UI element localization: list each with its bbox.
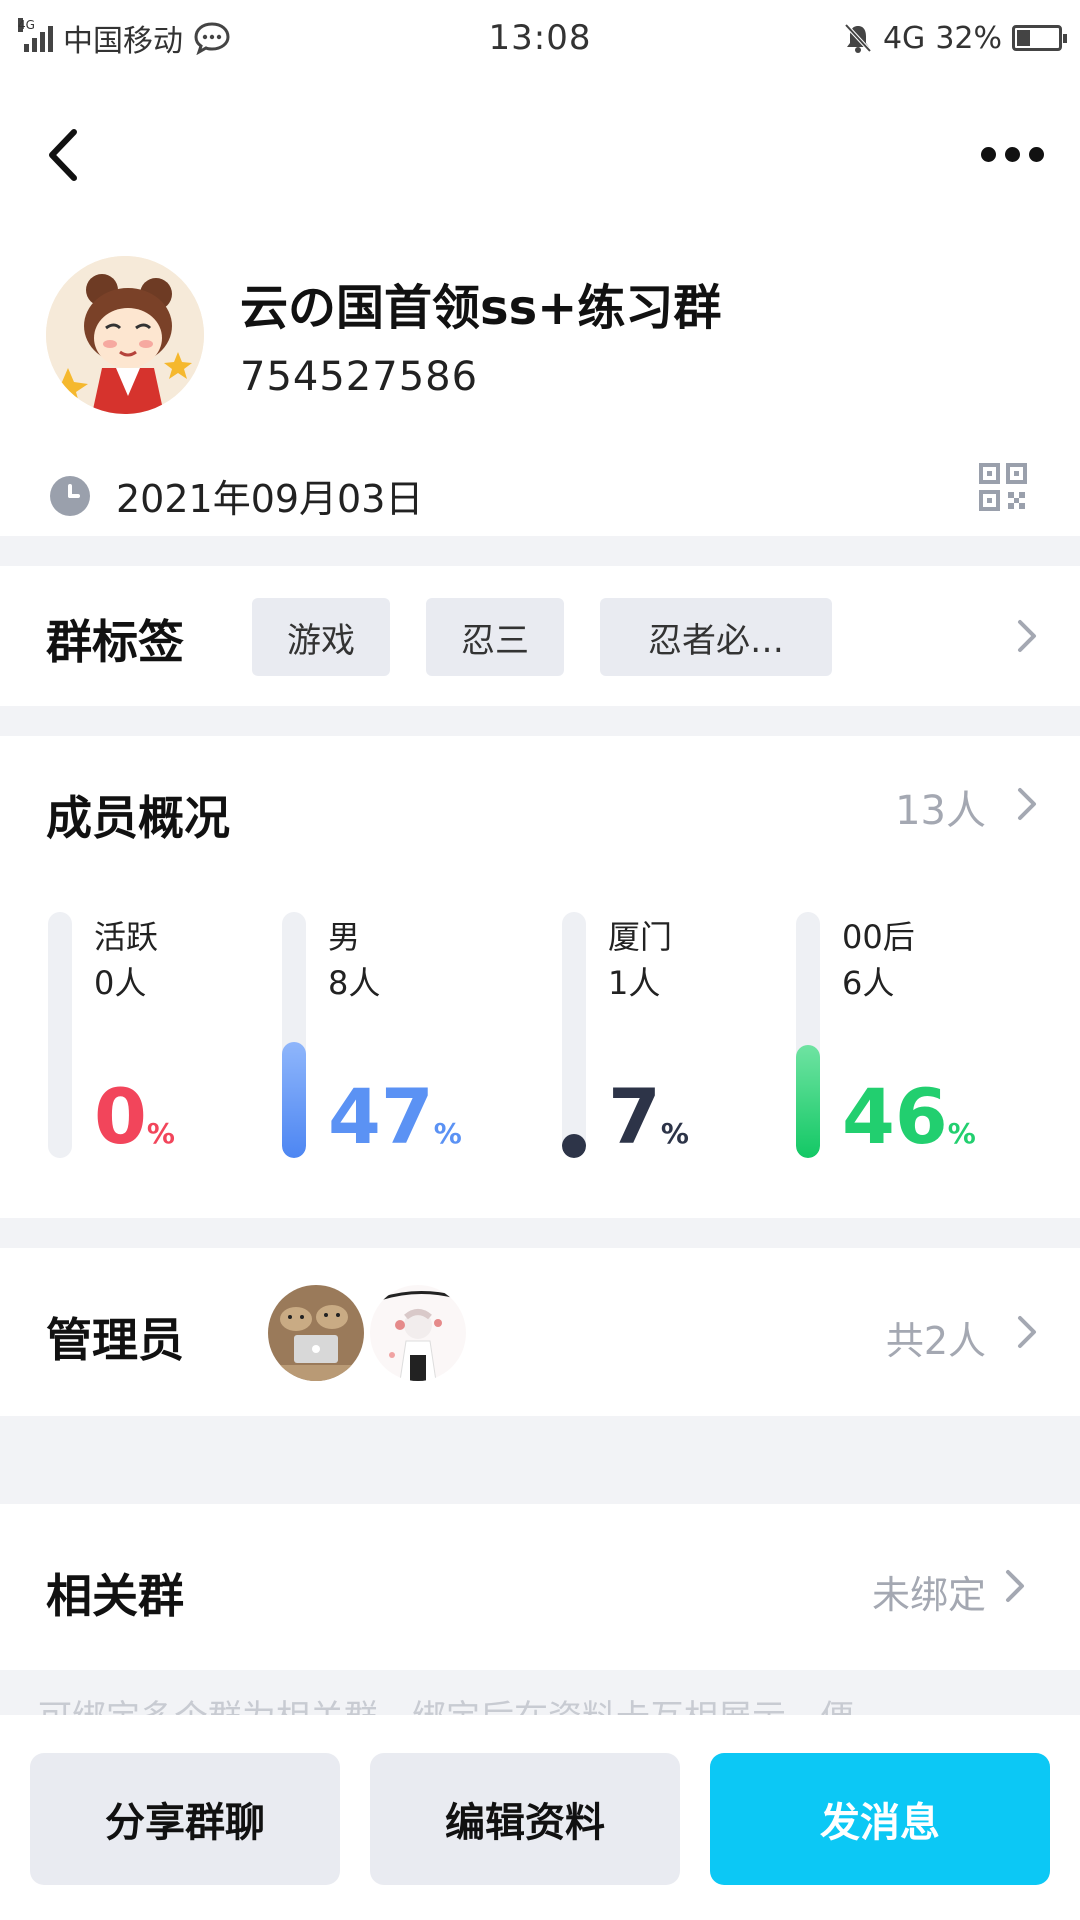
stat-male: 男 8人 47% [282, 912, 502, 1162]
stat-percent: 7% [608, 1072, 689, 1161]
group-header: 云の国首领ss+练习群 754527586 2021年09月03日 [0, 76, 1080, 536]
related-section-title: 相关群 [46, 1569, 184, 1623]
related-hint-text: 可绑定多个群为相关群，绑定后在资料卡互相展示，便 [38, 1690, 854, 1715]
members-overview-card[interactable]: 成员概况 13人 活跃 0人 0% 男 8人 47% 厦门 1人 7% 00后 … [0, 736, 1080, 1218]
back-arrow-icon[interactable] [40, 120, 90, 190]
status-bar: 4G 中国移动 13:08 4G 32% [0, 0, 1080, 76]
admin-count: 共2人 [885, 1319, 986, 1363]
stat-bar-fill [796, 1044, 820, 1158]
admins-card[interactable]: 管理员 共2人 [0, 1248, 1080, 1416]
carrier-name: 中国移动 [63, 24, 183, 59]
stat-percent-value: 7 [608, 1072, 661, 1161]
bottom-action-bar: 分享群聊 编辑资料 发消息 [0, 1715, 1080, 1920]
stat-label: 活跃 [94, 918, 159, 956]
network-type: 4G [882, 20, 926, 56]
status-right: 4G 32% [843, 20, 1067, 56]
network-tag: 4G [18, 18, 35, 32]
battery-fill [1017, 30, 1030, 46]
clock-icon [50, 475, 90, 516]
group-tags-card[interactable]: 群标签 游戏 忍三 忍者必… [0, 566, 1080, 706]
more-options-icon[interactable] [972, 136, 1052, 172]
stat-region: 厦门 1人 7% [562, 912, 782, 1162]
stat-label: 厦门 [608, 918, 673, 956]
stat-percent-unit: % [660, 1117, 689, 1150]
tags-section-title: 群标签 [46, 615, 184, 669]
stat-count: 0人 [94, 964, 147, 1002]
tag-item[interactable]: 忍三 [426, 598, 564, 676]
chevron-right-icon[interactable] [1002, 1566, 1028, 1606]
stat-percent: 0% [94, 1072, 175, 1161]
tag-item[interactable]: 忍者必… [600, 598, 832, 676]
status-left: 4G 中国移动 [18, 16, 231, 60]
stat-bar-track [48, 912, 72, 1158]
created-date: 2021年09月03日 [116, 477, 424, 521]
related-status: 未绑定 [871, 1573, 986, 1617]
stat-bar-track [796, 912, 820, 1158]
send-message-button[interactable]: 发消息 [710, 1753, 1050, 1885]
stat-active: 活跃 0人 0% [48, 912, 268, 1162]
chevron-right-icon[interactable] [1014, 784, 1040, 824]
edit-profile-button[interactable]: 编辑资料 [370, 1753, 680, 1885]
related-groups-card[interactable]: 相关群 未绑定 [0, 1504, 1080, 1670]
stat-percent-unit: % [433, 1117, 462, 1150]
stat-label: 男 [328, 918, 361, 956]
admins-section-title: 管理员 [46, 1313, 184, 1367]
member-count: 13人 [895, 788, 986, 834]
stat-bar-fill [562, 1134, 586, 1158]
message-icon [194, 22, 230, 55]
related-hint: 可绑定多个群为相关群，绑定后在资料卡互相展示，便 [0, 1670, 1080, 1715]
chevron-right-icon[interactable] [1014, 1312, 1040, 1352]
battery-icon [1012, 25, 1067, 51]
group-id: 754527586 [240, 354, 479, 400]
group-name: 云の国首领ss+练习群 [240, 280, 722, 336]
members-section-title: 成员概况 [46, 791, 230, 845]
stat-label: 00后 [842, 918, 915, 956]
tag-item[interactable]: 游戏 [252, 598, 390, 676]
stat-bar-fill [282, 1042, 306, 1158]
stat-percent-value: 0 [94, 1072, 147, 1161]
stat-percent: 47% [328, 1072, 462, 1161]
stat-percent-value: 46 [842, 1072, 948, 1161]
stat-bar-track [282, 912, 306, 1158]
stat-percent-unit: % [146, 1117, 175, 1150]
stat-count: 6人 [842, 964, 895, 1002]
stat-bar-track [562, 912, 586, 1158]
group-avatar[interactable] [46, 256, 204, 414]
signal-icon: 4G [18, 18, 53, 52]
stat-count: 8人 [328, 964, 381, 1002]
stat-age: 00后 6人 46% [796, 912, 1016, 1162]
qr-code-icon[interactable] [978, 462, 1028, 512]
stat-count: 1人 [608, 964, 661, 1002]
chevron-right-icon[interactable] [1014, 616, 1040, 656]
share-group-button[interactable]: 分享群聊 [30, 1753, 340, 1885]
stat-percent-value: 47 [328, 1072, 434, 1161]
mute-bell-icon [844, 23, 872, 53]
admin-avatar[interactable] [370, 1285, 466, 1381]
created-date-row: 2021年09月03日 [50, 468, 423, 523]
stat-percent: 46% [842, 1072, 976, 1161]
battery-percent: 32% [935, 20, 1002, 56]
admin-avatar[interactable] [268, 1285, 364, 1381]
stat-percent-unit: % [947, 1117, 976, 1150]
